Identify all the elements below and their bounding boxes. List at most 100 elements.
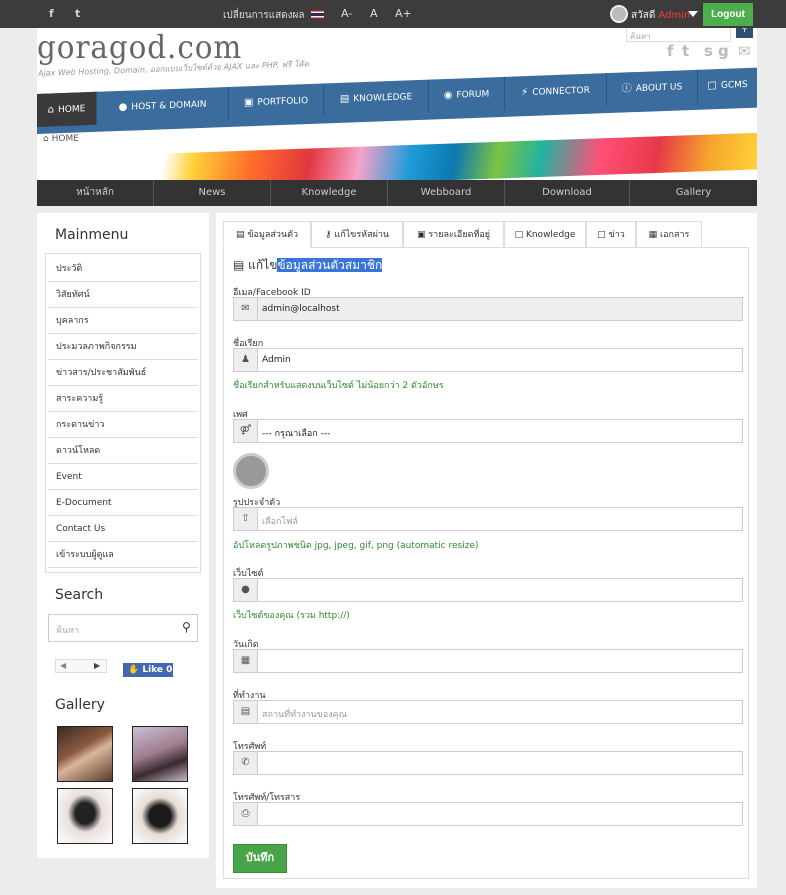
document-icon: □ bbox=[514, 230, 524, 240]
id-card-icon: ▤ bbox=[236, 230, 245, 240]
menu-item[interactable]: Event bbox=[48, 464, 198, 490]
tab-address[interactable]: ▣ รายละเอียดที่อยู่ bbox=[403, 221, 504, 248]
breadcrumb[interactable]: ⌂ HOME bbox=[43, 134, 79, 144]
form-title: ▤ แก้ไขข้อมูลส่วนตัวสมาชิก bbox=[233, 256, 383, 275]
menu-item[interactable]: เข้าระบบผู้ดูแล bbox=[48, 542, 198, 568]
tab-label: ข่าว bbox=[608, 230, 625, 240]
subnav-knowledge[interactable]: Knowledge bbox=[271, 180, 388, 206]
chevron-left-icon[interactable]: ◀ bbox=[60, 661, 66, 670]
nav-label: KNOWLEDGE bbox=[353, 92, 413, 105]
menu-item[interactable]: ประวัติ bbox=[48, 256, 198, 282]
thumbs-up-icon: ✋ bbox=[128, 665, 140, 675]
tab-documents[interactable]: ▦ เอกสาร bbox=[636, 221, 702, 248]
printer-icon: ⎙ bbox=[234, 803, 258, 825]
twitter-icon[interactable]: t bbox=[682, 42, 689, 60]
plug-icon: ⚡ bbox=[521, 86, 529, 99]
avatar-placeholder: เลือกไฟล์ bbox=[262, 517, 298, 527]
tab-news[interactable]: □ ข่าว bbox=[586, 221, 636, 248]
nav-portfolio[interactable]: ▣ PORTFOLIO bbox=[229, 83, 324, 120]
sidebar-search-input[interactable]: ค้นหา bbox=[48, 614, 198, 642]
name-help: ชื่อเรียกสำหรับแสดงบนเว็บไซต์ ไม่น้อยกว่… bbox=[233, 381, 444, 391]
menu-item[interactable]: สาระความรู้ bbox=[48, 386, 198, 412]
tab-knowledge[interactable]: □ Knowledge bbox=[504, 221, 586, 248]
font-normal-button[interactable]: A bbox=[370, 7, 378, 20]
font-increase-button[interactable]: A+ bbox=[395, 7, 412, 20]
menu-item[interactable]: บุคลากร bbox=[48, 308, 198, 334]
gallery-thumbnail[interactable] bbox=[57, 788, 113, 844]
calendar-icon: ▦ bbox=[234, 650, 258, 672]
menu-item[interactable]: ข่าวสาร/ประชาสัมพันธ์ bbox=[48, 360, 198, 386]
chevron-right-icon[interactable]: ▶ bbox=[94, 661, 100, 670]
profile-form: ▤ แก้ไขข้อมูลส่วนตัวสมาชิก อีเมล/Faceboo… bbox=[223, 247, 749, 879]
phone-icon: ✆ bbox=[234, 752, 258, 774]
subnav-home[interactable]: หน้าหลัก bbox=[37, 180, 154, 206]
breadcrumb-home[interactable]: HOME bbox=[52, 134, 79, 144]
google-plus-icon[interactable]: g bbox=[718, 42, 729, 60]
username: Admin bbox=[658, 10, 691, 21]
menu-item[interactable]: ประมวลภาพกิจกรรม bbox=[48, 334, 198, 360]
menu-item[interactable]: Contact Us bbox=[48, 516, 198, 542]
nav-forum[interactable]: ◉ FORUM bbox=[429, 76, 505, 113]
avatar-help: อัปโหลดรูปภาพชนิด jpg, jpeg, gif, png (a… bbox=[233, 541, 479, 551]
menu-item[interactable]: วิสัยทัศน์ bbox=[48, 282, 198, 308]
gallery-thumbnail[interactable] bbox=[132, 788, 188, 844]
facebook-icon[interactable]: f bbox=[667, 42, 674, 60]
site-header: goragod.com Ajax Web Hosting, Domain, ออ… bbox=[37, 28, 757, 180]
website-field[interactable]: ● bbox=[233, 578, 743, 602]
logout-button[interactable]: Logout bbox=[703, 3, 753, 26]
tab-label: เอกสาร bbox=[660, 230, 690, 240]
greeting-text: สวัสดี bbox=[631, 10, 656, 21]
nav-gcms[interactable]: □ GCMS bbox=[698, 68, 757, 103]
thai-flag-icon[interactable] bbox=[311, 10, 324, 19]
nav-home[interactable]: ⌂ HOME bbox=[37, 91, 97, 127]
font-decrease-button[interactable]: A- bbox=[341, 7, 352, 20]
sex-value: --- กรุณาเลือก --- bbox=[262, 429, 331, 439]
email-icon[interactable]: ✉ bbox=[738, 42, 751, 60]
share-slider[interactable]: ◀ ▶ bbox=[55, 659, 107, 673]
tab-label: Knowledge bbox=[525, 230, 576, 240]
subnav-download[interactable]: Download bbox=[505, 180, 630, 206]
header-search-icon[interactable]: ⚲ bbox=[736, 28, 753, 38]
subnav-webboard[interactable]: Webboard bbox=[388, 180, 505, 206]
info-icon: ⓘ bbox=[621, 83, 632, 95]
menu-item[interactable]: กระดานข่าว bbox=[48, 412, 198, 438]
sex-select[interactable]: ⚤ --- กรุณาเลือก --- bbox=[233, 419, 743, 443]
user-avatar-icon bbox=[610, 5, 628, 23]
tab-change-password[interactable]: ⚷ แก้ไขรหัสผ่าน bbox=[311, 221, 403, 248]
avatar-file-input[interactable]: ⇧ เลือกไฟล์ bbox=[233, 507, 743, 531]
menu-item[interactable]: ดาวน์โหลด bbox=[48, 438, 198, 464]
twitter-icon[interactable]: t bbox=[75, 7, 80, 20]
mainmenu-title: Mainmenu bbox=[55, 227, 129, 243]
header-search-input[interactable]: ค้นหา bbox=[626, 28, 731, 42]
chevron-down-icon[interactable] bbox=[688, 11, 698, 17]
gallery-thumbnail[interactable] bbox=[132, 726, 188, 782]
facebook-like-button[interactable]: ✋ Like 0 bbox=[123, 663, 173, 677]
subnav-gallery[interactable]: Gallery bbox=[630, 180, 757, 206]
gallery-thumbnail[interactable] bbox=[57, 726, 113, 782]
home-icon: ⌂ bbox=[47, 104, 55, 116]
skype-icon[interactable]: s bbox=[704, 42, 713, 60]
window-icon: □ bbox=[707, 80, 717, 92]
tab-label: แก้ไขรหัสผ่าน bbox=[334, 230, 390, 240]
phone-field[interactable]: ✆ bbox=[233, 751, 743, 775]
name-field[interactable]: ♟ Admin bbox=[233, 348, 743, 372]
workplace-field[interactable]: ▤ สถานที่ทำงานของคุณ bbox=[233, 700, 743, 724]
nav-about-us[interactable]: ⓘ ABOUT US bbox=[607, 69, 698, 107]
nav-host-domain[interactable]: ● HOST & DOMAIN bbox=[97, 86, 229, 125]
subnav-news[interactable]: News bbox=[154, 180, 271, 206]
address-card-icon: ▣ bbox=[416, 230, 426, 240]
fax-field[interactable]: ⎙ bbox=[233, 802, 743, 826]
tab-label: รายละเอียดที่อยู่ bbox=[428, 230, 491, 240]
save-button[interactable]: บันทึก bbox=[233, 844, 287, 873]
birthday-field[interactable]: ▦ bbox=[233, 649, 743, 673]
tab-profile[interactable]: ▤ ข้อมูลส่วนตัว bbox=[223, 221, 311, 248]
facebook-icon[interactable]: f bbox=[49, 7, 54, 20]
upload-icon: ⇧ bbox=[234, 508, 258, 530]
id-card-icon: ▤ bbox=[234, 701, 258, 723]
nav-knowledge[interactable]: ▤ KNOWLEDGE bbox=[324, 79, 429, 117]
user-greeting[interactable]: สวัสดี Admin bbox=[631, 8, 690, 23]
nav-connector[interactable]: ⚡ CONNECTOR bbox=[505, 73, 607, 110]
menu-item[interactable]: E-Document bbox=[48, 490, 198, 516]
globe-icon: ● bbox=[234, 579, 258, 601]
search-icon[interactable]: ⚲ bbox=[182, 620, 191, 634]
